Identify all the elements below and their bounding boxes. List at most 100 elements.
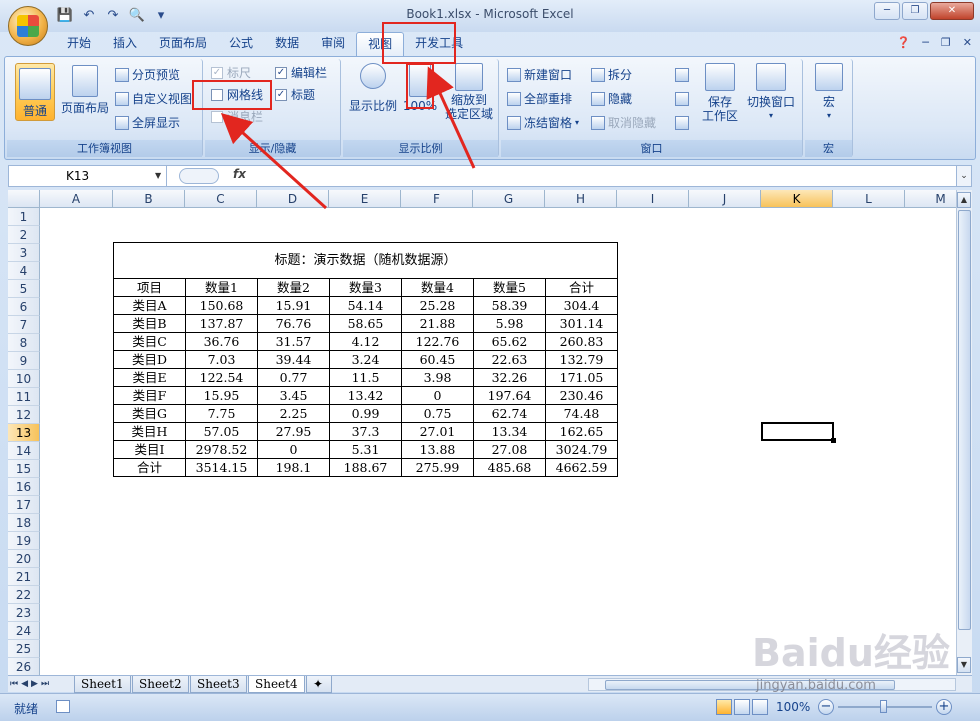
freeze-panes-button[interactable]: 冻结窗格 ▾ xyxy=(507,113,579,133)
minimize-button[interactable]: ─ xyxy=(874,2,900,20)
table-cell[interactable]: 171.05 xyxy=(545,368,618,387)
table-cell[interactable]: 27.95 xyxy=(257,422,330,441)
macros-button[interactable]: 宏 ▾ xyxy=(809,63,849,123)
unhide-button[interactable]: 取消隐藏 xyxy=(591,113,656,133)
table-cell[interactable]: 类目G xyxy=(113,404,186,423)
table-cell[interactable]: 37.3 xyxy=(329,422,402,441)
table-cell[interactable]: 0.99 xyxy=(329,404,402,423)
table-cell[interactable]: 150.68 xyxy=(185,296,258,315)
table-cell[interactable]: 15.95 xyxy=(185,386,258,405)
table-cell[interactable]: 类目B xyxy=(113,314,186,333)
column-header-d[interactable]: D xyxy=(257,190,329,208)
normal-view-icon[interactable] xyxy=(716,699,732,715)
select-all-corner[interactable] xyxy=(8,190,40,208)
table-cell[interactable]: 31.57 xyxy=(257,332,330,351)
table-cell[interactable]: 60.45 xyxy=(401,350,474,369)
column-header-l[interactable]: L xyxy=(833,190,905,208)
worksheet-grid[interactable]: A B C D E F G H I J K L M 1 2 3 4 5 6 7 … xyxy=(8,190,956,675)
column-header-m[interactable]: M xyxy=(905,190,956,208)
column-header-j[interactable]: J xyxy=(689,190,761,208)
table-cell[interactable]: 11.5 xyxy=(329,368,402,387)
office-button[interactable] xyxy=(8,6,48,46)
column-header-b[interactable]: B xyxy=(113,190,185,208)
row-header[interactable]: 5 xyxy=(8,280,40,298)
table-cell[interactable]: 0.77 xyxy=(257,368,330,387)
table-cell[interactable]: 39.44 xyxy=(257,350,330,369)
column-header-k[interactable]: K xyxy=(761,190,833,208)
row-header[interactable]: 19 xyxy=(8,532,40,550)
table-cell[interactable]: 4.12 xyxy=(329,332,402,351)
row-header[interactable]: 17 xyxy=(8,496,40,514)
table-cell[interactable]: 3.45 xyxy=(257,386,330,405)
column-header-e[interactable]: E xyxy=(329,190,401,208)
page-layout-view-icon[interactable] xyxy=(734,699,750,715)
table-cell[interactable]: 15.91 xyxy=(257,296,330,315)
row-header[interactable]: 12 xyxy=(8,406,40,424)
table-cell[interactable]: 260.83 xyxy=(545,332,618,351)
table-cell[interactable]: 122.54 xyxy=(185,368,258,387)
page-layout-view-button[interactable]: 页面布局 xyxy=(59,65,111,116)
table-cell[interactable]: 57.05 xyxy=(185,422,258,441)
table-cell[interactable]: 3514.15 xyxy=(185,458,258,477)
table-cell[interactable]: 数量5 xyxy=(473,278,546,297)
zoom-level[interactable]: 100% xyxy=(776,700,810,714)
row-header[interactable]: 8 xyxy=(8,334,40,352)
vertical-scrollbar[interactable]: ▲ ▼ xyxy=(956,190,972,675)
table-cell[interactable]: 5.98 xyxy=(473,314,546,333)
table-cell[interactable]: 58.65 xyxy=(329,314,402,333)
column-header-i[interactable]: I xyxy=(617,190,689,208)
formula-input[interactable] xyxy=(251,166,971,186)
row-header[interactable]: 6 xyxy=(8,298,40,316)
table-cell[interactable]: 类目I xyxy=(113,440,186,459)
sheet-tab-sheet1[interactable]: Sheet1 xyxy=(74,676,131,693)
table-cell[interactable]: 类目A xyxy=(113,296,186,315)
column-header-c[interactable]: C xyxy=(185,190,257,208)
table-cell[interactable]: 7.75 xyxy=(185,404,258,423)
table-cell[interactable]: 301.14 xyxy=(545,314,618,333)
page-break-preview-button[interactable]: 分页预览 xyxy=(115,65,180,85)
row-header[interactable]: 7 xyxy=(8,316,40,334)
sheet-tab-sheet3[interactable]: Sheet3 xyxy=(190,676,247,693)
row-header[interactable]: 26 xyxy=(8,658,40,675)
row-header[interactable]: 22 xyxy=(8,586,40,604)
table-cell[interactable]: 7.03 xyxy=(185,350,258,369)
restore-button[interactable]: ❐ xyxy=(902,2,928,20)
prev-sheet-icon[interactable]: ◀ xyxy=(21,676,28,692)
tab-insert[interactable]: 插入 xyxy=(102,32,148,56)
help-icon[interactable]: ❓ xyxy=(897,36,911,49)
table-cell[interactable]: 62.74 xyxy=(473,404,546,423)
row-header[interactable]: 3 xyxy=(8,244,40,262)
zoom-button[interactable]: 显示比例 xyxy=(347,63,399,114)
headings-checkbox[interactable]: ✓ 标题 xyxy=(275,86,315,104)
row-header[interactable]: 4 xyxy=(8,262,40,280)
table-cell[interactable]: 22.63 xyxy=(473,350,546,369)
table-cell[interactable]: 3.98 xyxy=(401,368,474,387)
table-cell[interactable]: 162.65 xyxy=(545,422,618,441)
table-cell[interactable]: 137.87 xyxy=(185,314,258,333)
zoom-out-icon[interactable]: − xyxy=(818,699,834,715)
scroll-up-icon[interactable]: ▲ xyxy=(957,192,971,208)
table-cell[interactable]: 65.62 xyxy=(473,332,546,351)
expand-formula-bar-icon[interactable]: ⌄ xyxy=(956,165,972,187)
row-header[interactable]: 9 xyxy=(8,352,40,370)
save-workspace-button[interactable]: 保存 工作区 xyxy=(699,63,741,123)
row-header[interactable]: 1 xyxy=(8,208,40,226)
table-cell[interactable]: 25.28 xyxy=(401,296,474,315)
full-screen-button[interactable]: 全屏显示 xyxy=(115,113,180,133)
table-cell[interactable]: 54.14 xyxy=(329,296,402,315)
table-cell[interactable]: 32.26 xyxy=(473,368,546,387)
restore-workbook-icon[interactable]: ❐ xyxy=(941,36,951,49)
sheet-tab-sheet2[interactable]: Sheet2 xyxy=(132,676,189,693)
row-header[interactable]: 21 xyxy=(8,568,40,586)
table-cell[interactable]: 74.48 xyxy=(545,404,618,423)
table-cell[interactable]: 3.24 xyxy=(329,350,402,369)
table-cell[interactable]: 122.76 xyxy=(401,332,474,351)
tab-data[interactable]: 数据 xyxy=(264,32,310,56)
row-header[interactable]: 11 xyxy=(8,388,40,406)
table-cell[interactable]: 21.88 xyxy=(401,314,474,333)
column-header-g[interactable]: G xyxy=(473,190,545,208)
table-cell[interactable]: 数量4 xyxy=(401,278,474,297)
table-cell[interactable]: 5.31 xyxy=(329,440,402,459)
view-side-by-side-icon[interactable] xyxy=(675,65,689,85)
name-box[interactable]: K13 xyxy=(9,166,167,186)
